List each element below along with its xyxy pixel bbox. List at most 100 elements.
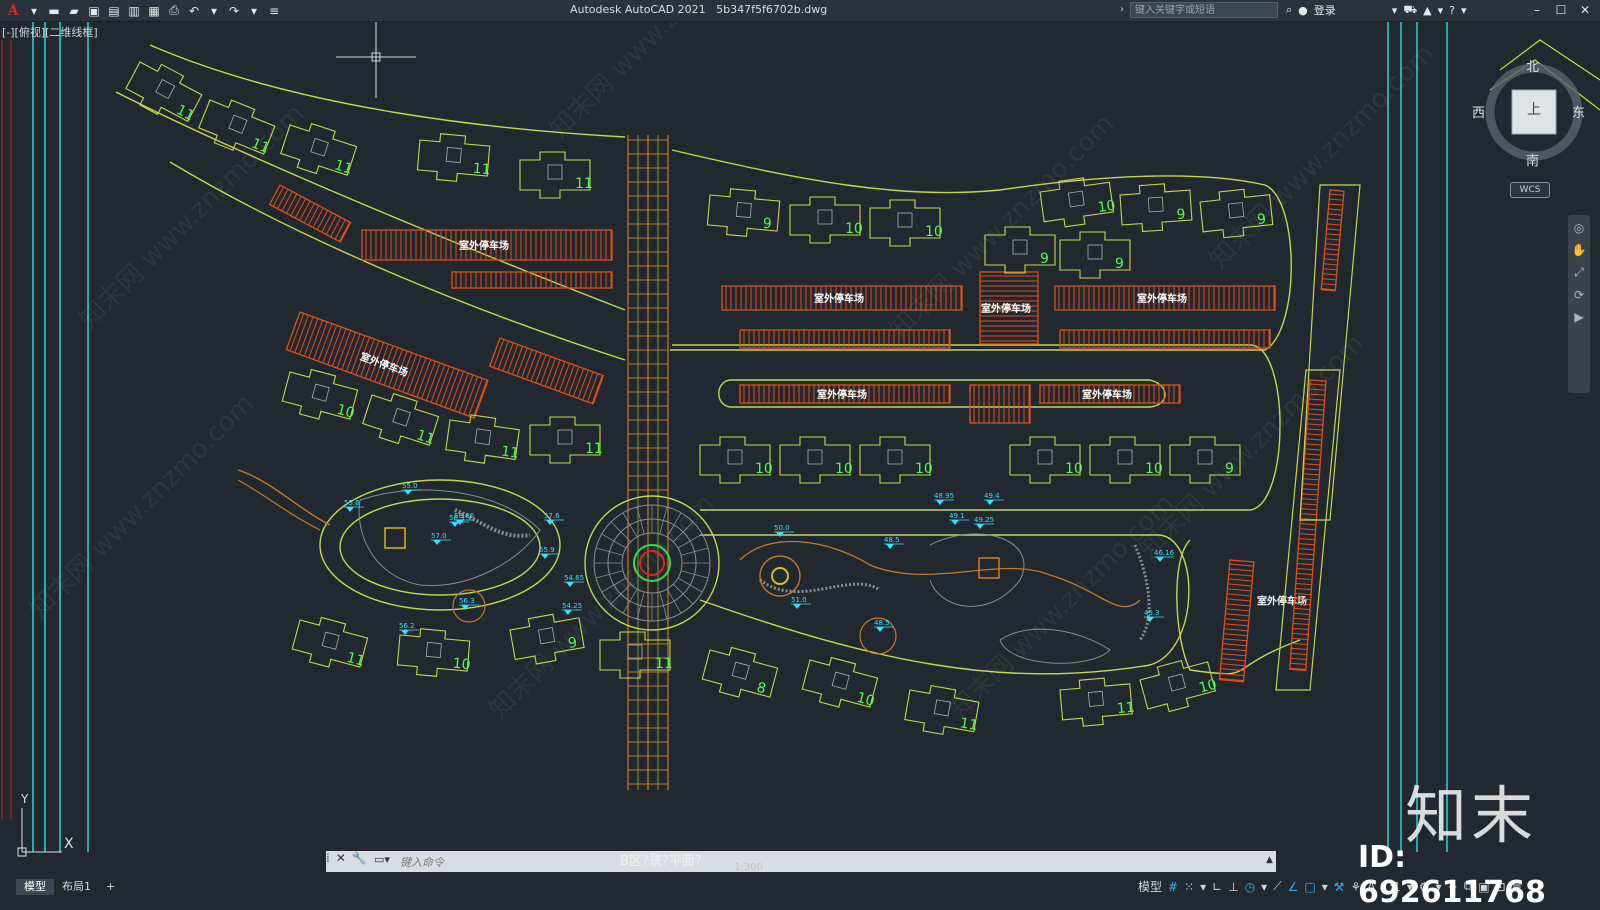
autodesk-app-icon[interactable]: ▲ <box>1423 4 1431 17</box>
elevation-value: 55.0 <box>402 482 418 490</box>
maximize-icon[interactable]: ☐ <box>1550 1 1572 19</box>
print-icon[interactable]: ⎙ <box>166 3 182 19</box>
model-space-label[interactable]: 模型 <box>1138 878 1162 895</box>
parking-stall <box>1290 657 1307 660</box>
elevation-marker: 48.95 <box>934 492 954 505</box>
command-customize-icon[interactable]: 🔧 <box>352 851 367 865</box>
building-core <box>1167 673 1186 692</box>
parking-stall <box>463 376 479 415</box>
login-dropdown-icon[interactable]: ▾ <box>1392 4 1398 17</box>
plaza-spoke <box>680 547 709 556</box>
navcube-north[interactable]: 北 <box>1526 56 1539 75</box>
parking-stall <box>1328 203 1343 206</box>
web-open-icon[interactable]: ▥ <box>126 3 142 19</box>
command-recent-icon[interactable]: ▭▾ <box>374 853 394 869</box>
parking-stall <box>1220 663 1245 667</box>
building-number: 11 <box>655 656 673 672</box>
orbit-icon[interactable]: ⟳ <box>1574 288 1584 302</box>
command-line[interactable] <box>326 851 1276 872</box>
redo-dropdown-icon[interactable]: ▾ <box>246 3 262 19</box>
osnap-tracking-icon[interactable]: ∠ <box>1288 880 1299 894</box>
search-input[interactable]: 键入关键字或短语 <box>1130 2 1278 18</box>
add-layout-button[interactable]: + <box>98 879 123 895</box>
polar-dropdown-icon[interactable]: ▾ <box>1261 880 1267 894</box>
new-file-icon[interactable]: ▬ <box>46 3 62 19</box>
navcube-east[interactable]: 东 <box>1572 102 1585 121</box>
parking-stall <box>1323 258 1338 261</box>
building-number: 11 <box>345 650 366 670</box>
parking-lot: 室外停车场 <box>1257 595 1307 608</box>
tab-layout1[interactable]: 布局1 <box>54 879 99 895</box>
showmotion-icon[interactable]: ▶ <box>1574 310 1583 324</box>
drawing-canvas[interactable]: 室外停车场室外停车场室外停车场室外停车场室外停车场室外停车场 室外停车场室外停车场… <box>0 22 1600 874</box>
elevation-value: 49.1 <box>949 512 965 520</box>
parking-stall <box>1307 418 1324 421</box>
infer-icon[interactable]: ∟ <box>1212 880 1222 894</box>
save-icon[interactable]: ▣ <box>86 3 102 19</box>
undo-icon[interactable]: ↶ <box>186 3 202 19</box>
tab-model[interactable]: 模型 <box>16 879 54 895</box>
building-core <box>1147 196 1164 213</box>
close-icon[interactable]: ✕ <box>1574 1 1596 19</box>
search-expand-icon[interactable]: › <box>1120 4 1124 15</box>
grid-icon[interactable]: # <box>1168 880 1178 894</box>
command-close-icon[interactable]: ✕ <box>336 851 346 865</box>
parking-lot: 室外停车场 <box>739 384 951 404</box>
undo-dropdown-icon[interactable]: ▾ <box>206 3 222 19</box>
minimize-icon[interactable]: – <box>1526 1 1548 19</box>
elevation-marker: 57.0 <box>431 532 451 545</box>
building-number: 11 <box>332 157 354 178</box>
ortho-icon[interactable]: ⊥ <box>1228 880 1238 894</box>
redo-icon[interactable]: ↷ <box>226 3 242 19</box>
residential-building: 11 <box>599 631 673 679</box>
command-grip-icon[interactable]: ⁞ <box>326 851 330 865</box>
help-icon[interactable]: ? <box>1449 4 1455 17</box>
osnap-icon[interactable]: □ <box>1304 880 1315 894</box>
zoom-extents-icon[interactable]: ⤢ <box>1574 265 1584 280</box>
snap-dropdown-icon[interactable]: ▾ <box>1200 880 1206 894</box>
elevation-value: 49.25 <box>974 516 994 524</box>
building-core <box>1087 690 1104 707</box>
building-core <box>445 146 462 164</box>
cart-icon[interactable]: ⛟ <box>1403 3 1417 18</box>
plaza-spoke <box>680 570 709 579</box>
residential-building: 11 <box>362 392 440 448</box>
help-dropdown-icon[interactable]: ▾ <box>1461 4 1467 17</box>
navcube-south[interactable]: 南 <box>1526 150 1539 169</box>
navcube-face[interactable]: 上 <box>1527 99 1541 119</box>
autocad-logo[interactable]: A <box>4 2 22 19</box>
command-history-icon[interactable]: ▲ <box>1266 855 1273 865</box>
navcube[interactable]: 上 北 南 东 西 <box>1472 56 1590 169</box>
pan-icon[interactable]: ✋ <box>1572 243 1587 257</box>
annotation-visibility-icon[interactable]: ⚒ <box>1334 880 1345 894</box>
save-as-icon[interactable]: ▤ <box>106 3 122 19</box>
site-watermark: 知末网 www.znzmo.com <box>544 22 780 145</box>
parking-stall <box>327 326 342 365</box>
polar-icon[interactable]: ◷ <box>1245 880 1255 894</box>
apps-dropdown-icon[interactable]: ▾ <box>1438 4 1444 17</box>
login-label[interactable]: 登录 <box>1314 2 1336 18</box>
parking-stall <box>1292 632 1309 635</box>
building-number: 10 <box>915 461 933 477</box>
elevation-triangle <box>876 627 884 632</box>
plaza-spoke <box>666 588 682 614</box>
steering-wheel-icon[interactable]: ◎ <box>1574 221 1584 235</box>
parking-stall <box>507 344 519 373</box>
wcs-menu[interactable]: WCS <box>1510 182 1550 198</box>
navcube-west[interactable]: 西 <box>1472 102 1485 121</box>
command-input[interactable]: 键入命令 <box>400 854 444 870</box>
building-number: 11 <box>472 161 491 178</box>
web-save-icon[interactable]: ▦ <box>146 3 162 19</box>
user-icon[interactable]: ● <box>1298 4 1308 17</box>
residential-building: 9 <box>1059 231 1131 279</box>
parking-stall <box>458 374 474 413</box>
osnap-dropdown-icon[interactable]: ▾ <box>1322 880 1328 894</box>
snap-icon[interactable]: ⁙ <box>1184 880 1194 894</box>
open-folder-icon[interactable]: ▰ <box>66 3 82 19</box>
isodraft-icon[interactable]: ⟋ <box>1273 879 1281 894</box>
search-icon[interactable]: ⌕ <box>1286 3 1292 17</box>
viewport-controls-label[interactable]: [-][俯视][二维线框] <box>2 24 98 40</box>
customize-toolbar-icon[interactable]: ≡ <box>266 3 282 19</box>
parking-stall <box>454 373 469 411</box>
app-menu-chevron-icon[interactable]: ▾ <box>26 3 42 19</box>
